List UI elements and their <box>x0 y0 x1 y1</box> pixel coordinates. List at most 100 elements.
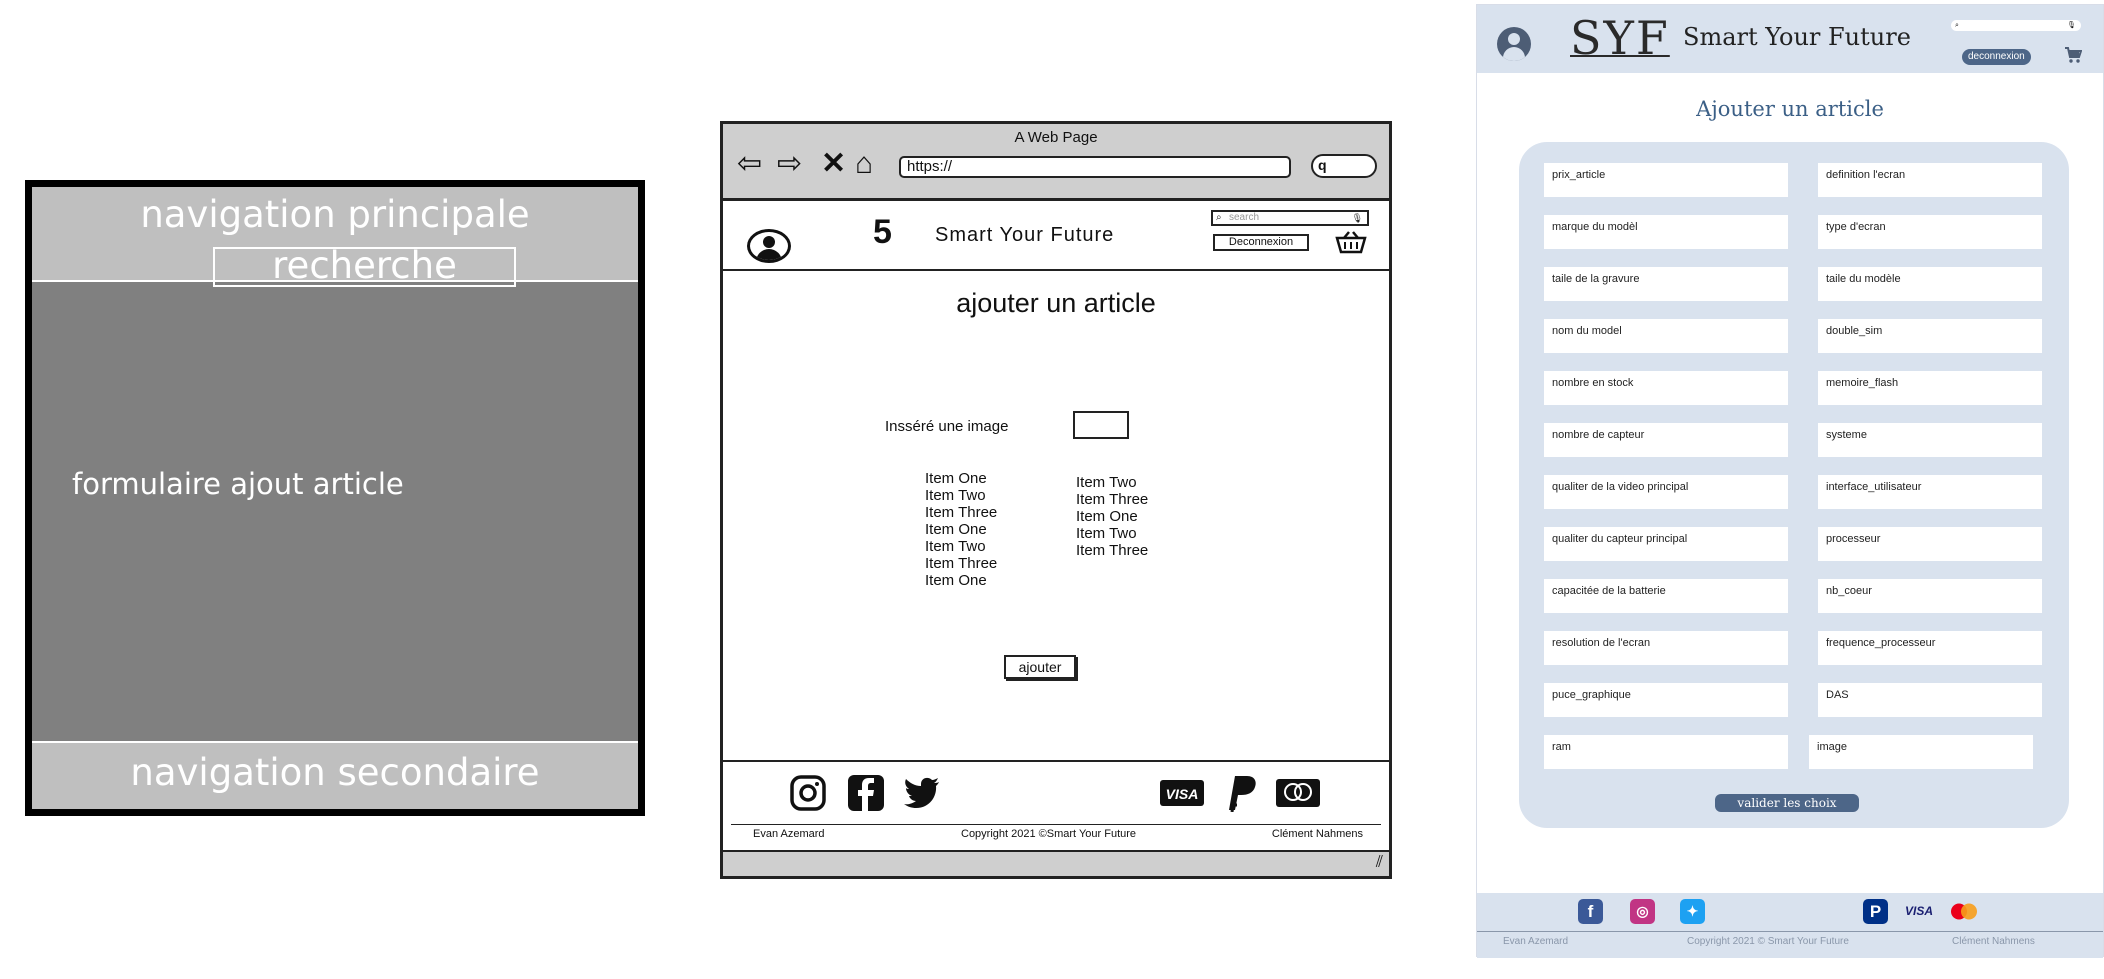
hifi-mockup-page: SYF Smart Your Future ⌕ 🎙 deconnexion Aj… <box>1476 4 2104 958</box>
resize-handle-icon[interactable]: ⫽ <box>1376 854 1383 872</box>
field-taille-gravure[interactable]: taile de la gravure <box>1544 267 1788 301</box>
visa-icon: VISA <box>1160 780 1204 806</box>
list-item[interactable]: Item Three <box>1076 542 1148 559</box>
wireframe-main-navigation-label: navigation principale <box>140 193 530 236</box>
field-ram[interactable]: ram <box>1544 735 1788 769</box>
facebook-icon[interactable] <box>847 774 885 812</box>
instagram-icon[interactable]: ◎ <box>1630 899 1655 924</box>
sketch-window-title: A Web Page <box>1014 129 1098 146</box>
list-item[interactable]: Item Two <box>1076 474 1148 491</box>
field-nombre-stock[interactable]: nombre en stock <box>1544 371 1788 405</box>
facebook-icon[interactable]: f <box>1578 899 1603 924</box>
sketch-logo: 5 <box>873 213 892 251</box>
mockup-logo: SYF <box>1570 11 1670 65</box>
instagram-icon[interactable] <box>789 774 827 812</box>
mockup-header: SYF Smart Your Future ⌕ 🎙 deconnexion <box>1477 5 2103 73</box>
sketch-page-title: ajouter un article <box>956 288 1156 318</box>
mockup-logout-button[interactable]: deconnexion <box>1962 49 2031 65</box>
field-das[interactable]: DAS <box>1818 683 2042 717</box>
field-qualite-video[interactable]: qualiter de la video principal <box>1544 475 1788 509</box>
wireframe-main-navigation: navigation principale recherche <box>32 187 638 287</box>
sketch-browser-window: A Web Page ⇦ ⇨ ✕ ⌂ https:// q 5 Smart Yo… <box>720 121 1392 879</box>
close-icon[interactable]: ✕ <box>821 146 846 182</box>
field-marque[interactable]: marque du modèl <box>1544 215 1788 249</box>
field-image[interactable]: image <box>1809 735 2033 769</box>
mastercard-icon <box>1276 779 1320 807</box>
field-memoire-flash[interactable]: memoire_flash <box>1818 371 2042 405</box>
mockup-page-title: Ajouter un article <box>1696 97 1884 121</box>
submit-button[interactable]: valider les choix <box>1715 794 1859 812</box>
field-interface-utilisateur[interactable]: interface_utilisateur <box>1818 475 2042 509</box>
search-icon: ⌕ <box>1955 22 1959 29</box>
field-puce-graphique[interactable]: puce_graphique <box>1544 683 1788 717</box>
field-nom-model[interactable]: nom du model <box>1544 319 1788 353</box>
shopping-cart-icon[interactable] <box>2064 46 2082 64</box>
visa-label: VISA <box>1166 786 1199 802</box>
forward-arrow-icon[interactable]: ⇨ <box>777 146 802 182</box>
list-item[interactable]: Item One <box>925 521 997 538</box>
list-item[interactable]: Item One <box>925 470 997 487</box>
mockup-footer-author-left: Evan Azemard <box>1503 936 1569 947</box>
sketch-list-box-two[interactable]: Item Two Item Three Item One Item Two It… <box>1076 474 1148 559</box>
list-item[interactable]: Item One <box>1076 508 1148 525</box>
sketch-search-input[interactable]: ⌕ search 🎙 <box>1211 210 1369 226</box>
sketch-footer: VISA Evan Azemard Copyright 2021 ©Smart … <box>723 760 1389 850</box>
sketch-add-button[interactable]: ajouter <box>1004 655 1076 679</box>
field-resolution-ecran[interactable]: resolution de l'ecran <box>1544 631 1788 665</box>
sketch-footer-author-left: Evan Azemard <box>753 828 825 840</box>
wireframe-secondary-navigation: navigation secondaire <box>32 741 638 809</box>
sketch-insert-image-label: Insséré une image <box>885 418 1009 435</box>
layout-wireframe: navigation principale recherche formulai… <box>25 180 645 816</box>
sketch-list-box-one[interactable]: Item One Item Two Item Three Item One It… <box>925 470 997 589</box>
field-nb-coeur[interactable]: nb_coeur <box>1818 579 2042 613</box>
mockup-footer: f ◎ ✦ P VISA Evan Azemard Copyright 2021… <box>1477 893 2103 958</box>
field-definition-ecran[interactable]: definition l'ecran <box>1818 163 2042 197</box>
microphone-icon[interactable]: 🎙 <box>1352 212 1363 224</box>
twitter-icon[interactable] <box>903 774 941 812</box>
mockup-search-input[interactable]: ⌕ 🎙 <box>1951 20 2081 31</box>
visa-icon: VISA <box>1904 904 1933 918</box>
mockup-brand-name: Smart Your Future <box>1683 23 1911 51</box>
sketch-url-field[interactable]: https:// <box>899 156 1291 178</box>
twitter-icon[interactable]: ✦ <box>1680 899 1705 924</box>
field-frequence-processeur[interactable]: frequence_processeur <box>1818 631 2042 665</box>
back-arrow-icon[interactable]: ⇦ <box>737 146 762 182</box>
sketch-browser-chrome: A Web Page ⇦ ⇨ ✕ ⌂ https:// q <box>723 124 1389 201</box>
list-item[interactable]: Item One <box>925 572 997 589</box>
field-capacite-batterie[interactable]: capacitée de la batterie <box>1544 579 1788 613</box>
mastercard-icon <box>1951 903 1977 920</box>
mockup-footer-copyright: Copyright 2021 © Smart Your Future <box>1687 936 1849 947</box>
field-qualite-capteur[interactable]: qualiter du capteur principal <box>1544 527 1788 561</box>
sketch-browser-search-pill[interactable]: q <box>1311 154 1377 178</box>
field-taille-modele[interactable]: taile du modèle <box>1818 267 2042 301</box>
list-item[interactable]: Item Two <box>925 538 997 555</box>
wireframe-secondary-navigation-label: navigation secondaire <box>130 751 540 794</box>
list-item[interactable]: Item Three <box>925 504 997 521</box>
list-item[interactable]: Item Three <box>925 555 997 572</box>
sketch-brand-name: Smart Your Future <box>935 224 1115 246</box>
mockup-footer-author-right: Clément Nahmens <box>1952 936 2035 947</box>
sketch-logout-button[interactable]: Deconnexion <box>1213 234 1309 251</box>
list-item[interactable]: Item Two <box>1076 525 1148 542</box>
sketch-status-bar: ⫽ <box>723 850 1389 876</box>
home-icon[interactable]: ⌂ <box>855 146 873 182</box>
sketch-search-placeholder: search <box>1229 212 1260 223</box>
basket-icon[interactable] <box>1335 230 1367 254</box>
sketch-insert-image-button[interactable] <box>1073 411 1129 439</box>
user-avatar-icon[interactable] <box>1497 27 1531 61</box>
sketch-footer-author-right: Clément Nahmens <box>1271 828 1363 840</box>
field-prix-article[interactable]: prix_article <box>1544 163 1788 197</box>
sketch-site-header: 5 Smart Your Future ⌕ search 🎙 Deconnexi… <box>723 201 1389 271</box>
field-nombre-capteur[interactable]: nombre de capteur <box>1544 423 1788 457</box>
field-systeme[interactable]: systeme <box>1818 423 2042 457</box>
microphone-icon[interactable]: 🎙 <box>2067 20 2076 31</box>
field-processeur[interactable]: processeur <box>1818 527 2042 561</box>
field-double-sim[interactable]: double_sim <box>1818 319 2042 353</box>
user-avatar-icon[interactable] <box>747 229 791 263</box>
list-item[interactable]: Item Two <box>925 487 997 504</box>
paypal-icon: P <box>1863 899 1888 924</box>
sketch-footer-copyright: Copyright 2021 ©Smart Your Future <box>961 828 1137 840</box>
list-item[interactable]: Item Three <box>1076 491 1148 508</box>
field-type-ecran[interactable]: type d'ecran <box>1818 215 2042 249</box>
mockup-footer-divider <box>1477 931 2103 932</box>
